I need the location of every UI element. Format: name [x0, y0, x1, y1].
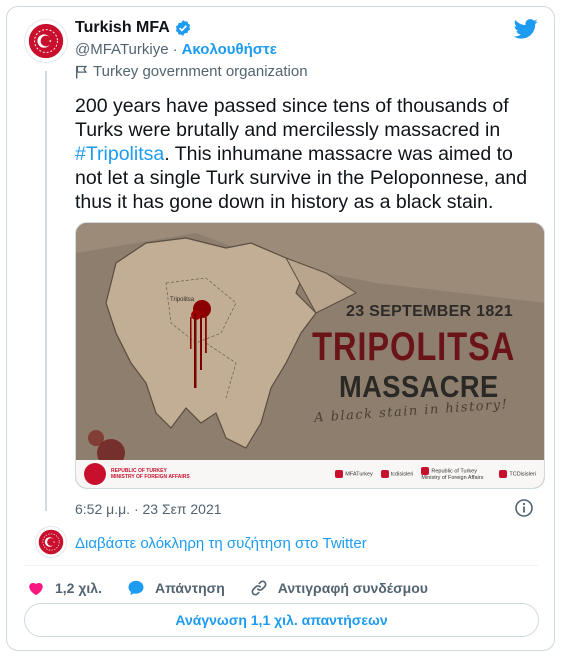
heart-icon	[29, 582, 43, 596]
account-avatar[interactable]	[24, 19, 68, 63]
separator-dot: ·	[172, 41, 178, 58]
footer-social-links: MFATurkey tcdisisleri Republic of Turkey…	[335, 467, 536, 481]
follow-button[interactable]: Ακολουθήστε	[182, 41, 277, 58]
footer-link-youtube: TCDisisleri	[499, 470, 536, 478]
copy-link-label: Αντιγραφή συνδέσμου	[277, 580, 428, 596]
read-conversation-link[interactable]: Διαβάστε ολόκληρη τη συζήτηση στο Twitte…	[75, 535, 367, 552]
footer-link-facebook-text: Republic of Turkey Ministry of Foreign A…	[421, 468, 484, 481]
footer-org-name: REPUBLIC OF TURKEY MINISTRY OF FOREIGN A…	[111, 468, 191, 480]
media-footer-bar: REPUBLIC OF TURKEY MINISTRY OF FOREIGN A…	[76, 460, 544, 488]
account-name[interactable]: Turkish MFA	[75, 19, 170, 37]
reply-button[interactable]: Απάντηση	[127, 579, 225, 597]
link-icon	[251, 580, 267, 596]
turkish-mfa-seal-icon	[25, 20, 67, 62]
like-button[interactable]: 1,2 χιλ.	[27, 579, 102, 597]
map-city-label: Tripolitsa	[170, 297, 195, 303]
media-title-line1: TRIPOLITSA	[312, 325, 516, 369]
org-label: Turkey government organization	[93, 63, 308, 80]
org-label-row: Turkey government organization	[75, 63, 308, 80]
footer-link-facebook: Republic of Turkey Ministry of Foreign A…	[421, 467, 491, 481]
instagram-icon	[380, 470, 389, 478]
footer-link-youtube-text: TCDisisleri	[509, 471, 536, 478]
footer-link-instagram: tcdisisleri	[380, 470, 414, 478]
footer-seal-icon	[84, 463, 106, 485]
hashtag-link[interactable]: #Tripolitsa	[75, 143, 164, 165]
tweet-media-image[interactable]: Tripolitsa 23 SEPTEMBER 1821 TRIPOLITSA …	[75, 222, 545, 489]
reply-label: Απάντηση	[154, 580, 225, 596]
turkish-mfa-seal-icon	[36, 527, 66, 557]
like-count: 1,2 χιλ.	[55, 580, 102, 596]
twitter-icon	[335, 470, 344, 478]
footer-org-line2: MINISTRY OF FOREIGN AFFAIRS	[111, 474, 190, 480]
footer-link-twitter: MFATurkey	[335, 470, 373, 478]
tweet-text: 200 years have passed since tens of thou…	[75, 94, 545, 214]
account-handle[interactable]: @MFATurkiye	[75, 41, 169, 58]
flag-icon	[76, 65, 88, 78]
divider	[23, 565, 538, 566]
thread-line	[45, 71, 47, 511]
account-name-row: Turkish MFA	[75, 19, 192, 37]
footer-link-instagram-text: tcdisisleri	[390, 471, 414, 478]
conversation-avatar[interactable]	[35, 526, 67, 558]
tweet-timestamp[interactable]: 6:52 μ.μ. · 23 Σεπ 2021	[75, 501, 222, 517]
footer-link-twitter-text: MFATurkey	[345, 471, 373, 478]
copy-link-button[interactable]: Αντιγραφή συνδέσμου	[250, 579, 428, 597]
facebook-icon	[421, 467, 430, 475]
action-bar: 1,2 χιλ. Απάντηση Αντιγραφή συνδέσμου	[27, 579, 453, 597]
read-replies-button[interactable]: Ανάγνωση 1,1 χιλ. απαντήσεων	[24, 603, 539, 637]
verified-badge-icon	[175, 20, 190, 36]
reply-bubble-icon	[128, 580, 144, 596]
media-date: 23 SEPTEMBER 1821	[346, 303, 513, 320]
twitter-bird-icon[interactable]	[514, 19, 538, 39]
info-icon[interactable]	[514, 498, 534, 518]
youtube-icon	[499, 470, 508, 478]
tweet-text-part-1: 200 years have passed since tens of thou…	[75, 95, 509, 141]
tweet-embed-card: Turkish MFA @MFATurkiye · Ακολουθήστε Tu…	[6, 6, 555, 651]
account-handle-row: @MFATurkiye · Ακολουθήστε	[75, 41, 277, 58]
